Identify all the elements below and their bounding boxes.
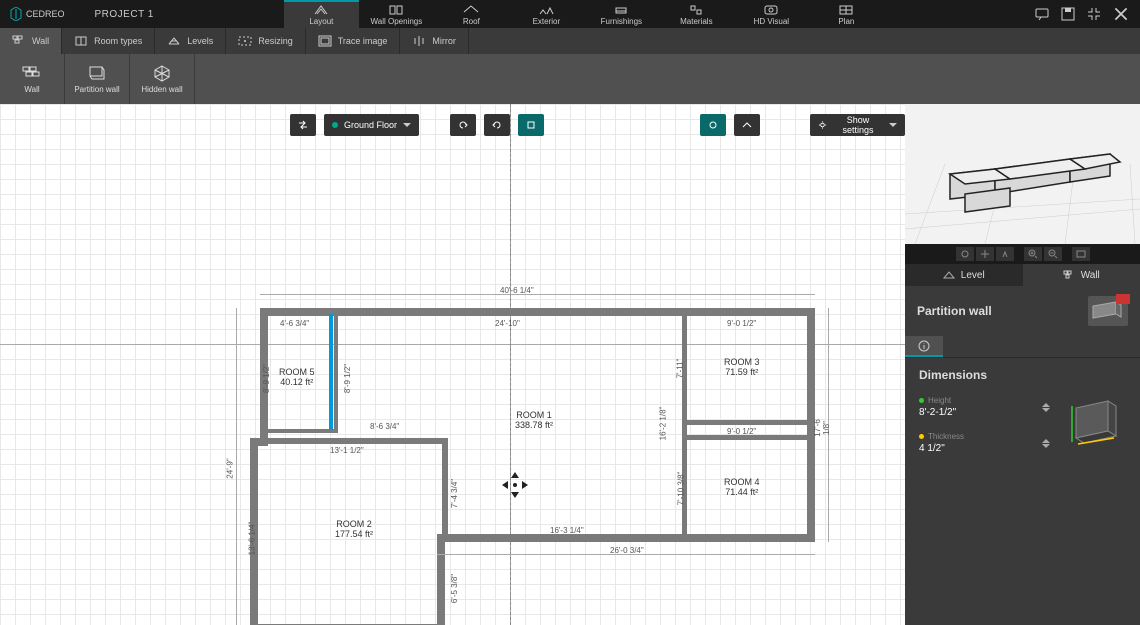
tab-hd-visual[interactable]: HD Visual [734, 0, 809, 28]
thickness-value[interactable]: 4 1/2" [919, 443, 1032, 454]
dimension-label: 9'-0 1/2" [727, 319, 756, 328]
tab-materials[interactable]: Materials [659, 0, 734, 28]
plan-canvas[interactable]: Ground Floor Show settings [0, 104, 905, 625]
undo-button[interactable] [450, 114, 476, 136]
preview-screenshot-button[interactable] [1072, 247, 1090, 261]
subtab-wall[interactable]: Wall [0, 28, 62, 54]
tab-wall-openings[interactable]: Wall Openings [359, 0, 434, 28]
dimension-label: 16'-3 1/4" [550, 526, 584, 535]
dimension-label: 7'-4 3/4" [450, 479, 459, 508]
swap-button[interactable] [290, 114, 316, 136]
preview-orbit-button[interactable] [956, 247, 974, 261]
subtab-mirror[interactable]: Mirror [400, 28, 469, 54]
dimension-label: 8'-6 3/4" [370, 422, 399, 431]
tab-plan[interactable]: Plan [809, 0, 884, 28]
dimension-label: 8'-9 1/2" [343, 364, 352, 393]
subtab-room-types[interactable]: Room types [62, 28, 155, 54]
subtab-levels[interactable]: Levels [155, 28, 226, 54]
dimension-label: 24'-9" [226, 458, 235, 478]
brand-logo-icon [10, 7, 22, 21]
preview-3d[interactable] [905, 104, 1140, 244]
chevron-down-icon [889, 123, 897, 127]
tab-exterior[interactable]: Exterior [509, 0, 584, 28]
tab-layout[interactable]: Layout [284, 0, 359, 28]
room-label[interactable]: ROOM 371.59 ft² [724, 357, 760, 377]
close-icon[interactable] [1112, 5, 1130, 23]
panel-title: Partition wall [917, 304, 992, 318]
dimension-label: 13'-1 1/2" [330, 446, 364, 455]
show-settings-button[interactable]: Show settings [810, 114, 905, 136]
info-tab[interactable] [905, 336, 943, 357]
preview-zoom-in-button[interactable] [1024, 247, 1042, 261]
dimension-label: 13'-6 1/4" [247, 522, 256, 556]
right-tab-wall[interactable]: Wall [1023, 264, 1140, 286]
floor-selector[interactable]: Ground Floor [324, 114, 419, 136]
room-label[interactable]: ROOM 540.12 ft² [279, 367, 315, 387]
thickness-spinner[interactable] [1042, 439, 1052, 448]
height-value[interactable]: 8'-2-1/2" [919, 407, 1032, 418]
brand-name: CEDREO [26, 9, 65, 19]
dimension-label: 17'-6 1/8" [813, 419, 831, 437]
save-icon[interactable] [1060, 6, 1076, 22]
section-title: Dimensions [919, 368, 1126, 382]
room-label[interactable]: ROOM 2177.54 ft² [335, 519, 373, 539]
dimension-label: 9'-0 1/2" [727, 427, 756, 436]
preview-zoom-out-button[interactable] [1044, 247, 1062, 261]
project-title[interactable]: PROJECT 1 [75, 9, 174, 20]
room-label[interactable]: ROOM 1338.78 ft² [515, 410, 553, 430]
selected-wall[interactable] [329, 314, 333, 430]
height-dot-icon [919, 398, 924, 403]
view-toggle-2[interactable] [734, 114, 760, 136]
tool-hidden-wall[interactable]: Hidden wall [130, 54, 195, 104]
tab-furnishings[interactable]: Furnishings [584, 0, 659, 28]
chevron-down-icon [403, 123, 411, 127]
brand[interactable]: CEDREO [0, 7, 75, 21]
room-label[interactable]: ROOM 471.44 ft² [724, 477, 760, 497]
dimension-label: 7'-11" [675, 359, 684, 379]
dimension-label: 7'-10 3/8" [676, 472, 685, 506]
dimension-label: 8'-9 1/2" [262, 364, 271, 393]
tool-wall[interactable]: Wall [0, 54, 65, 104]
move-gizmo-icon[interactable] [500, 470, 530, 500]
preview-pan-button[interactable] [976, 247, 994, 261]
minimize-icon[interactable] [1086, 6, 1102, 22]
redo-button[interactable] [484, 114, 510, 136]
dimension-label: 6'-5 3/8" [450, 574, 459, 603]
chat-icon[interactable] [1034, 6, 1050, 22]
thickness-dot-icon [919, 434, 924, 439]
right-tab-level[interactable]: Level [905, 264, 1023, 286]
dimension-label: 4'-6 3/4" [280, 319, 309, 328]
confirm-button[interactable] [518, 114, 544, 136]
subtab-trace-image[interactable]: Trace image [306, 28, 401, 54]
tab-roof[interactable]: Roof [434, 0, 509, 28]
view-toggle-1[interactable] [700, 114, 726, 136]
tool-partition-wall[interactable]: Partition wall [65, 54, 130, 104]
wall-thumbnail[interactable] [1088, 296, 1128, 326]
dimension-label: 16'-2 1/8" [658, 407, 667, 441]
height-spinner[interactable] [1042, 403, 1052, 412]
preview-walk-button[interactable] [996, 247, 1014, 261]
status-dot-icon [332, 122, 338, 128]
floor-plan[interactable]: ROOM 1338.78 ft² ROOM 2177.54 ft² ROOM 3… [250, 204, 815, 554]
dimension-label: 24'-10" [495, 319, 520, 328]
dimension-label: 26'-0 3/4" [610, 546, 644, 555]
delete-button[interactable] [1116, 294, 1130, 304]
wall-3d-icon [1066, 396, 1126, 451]
subtab-resizing[interactable]: Resizing [226, 28, 306, 54]
dimension-label: 40'-6 1/4" [500, 286, 534, 295]
